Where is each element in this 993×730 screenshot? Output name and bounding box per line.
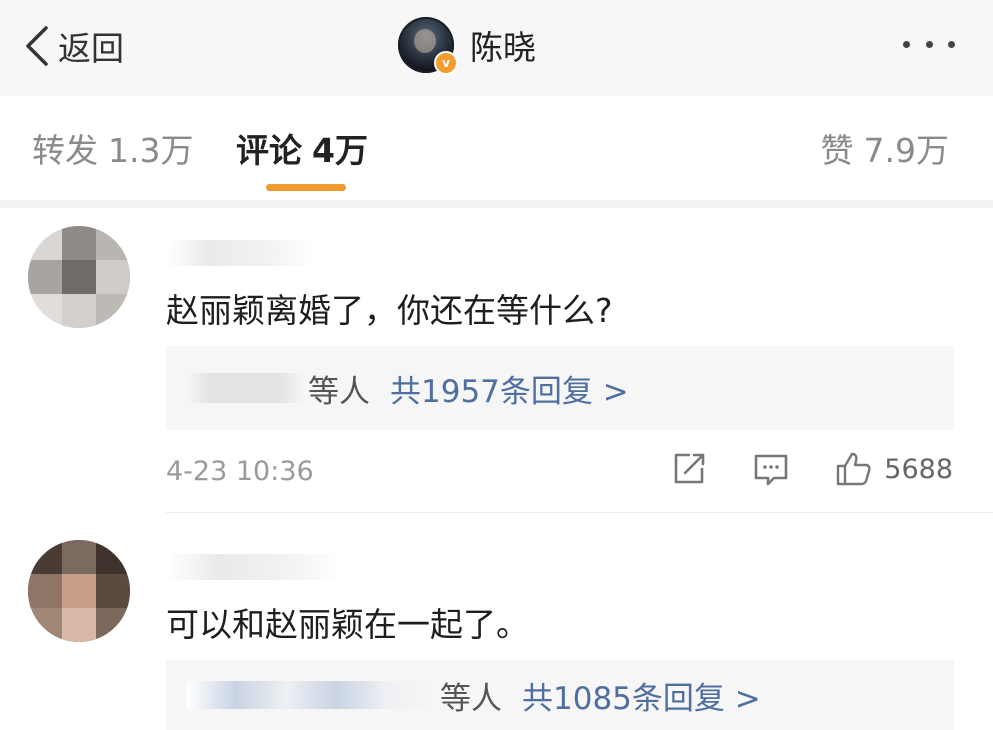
- tab-count: 4万: [312, 131, 368, 170]
- page-title: 陈晓: [470, 28, 536, 67]
- comment-text: 可以和赵丽颖在一起了。: [166, 605, 529, 644]
- chevron-left-icon: [26, 26, 48, 66]
- reply-users-redacted: [186, 681, 436, 709]
- avatar[interactable]: v: [398, 17, 458, 75]
- comment-item: 可以和赵丽颖在一起了。 等人 共1085条回复 >: [0, 520, 993, 730]
- reply-count-link[interactable]: 共1085条回复 >: [522, 673, 761, 718]
- avatar[interactable]: [28, 226, 130, 328]
- tab-label: 转发: [32, 131, 98, 170]
- back-label: 返回: [58, 29, 124, 68]
- reply-button[interactable]: [752, 450, 790, 488]
- tab-count: 1.3万: [108, 131, 194, 170]
- comment-icon: [754, 454, 788, 486]
- reply-users: 等人: [308, 373, 370, 410]
- profile-title[interactable]: v 陈晓: [398, 14, 536, 76]
- tab-label: 赞: [820, 131, 854, 170]
- tab-repost[interactable]: 转发 1.3万: [32, 124, 193, 172]
- comment-text: 赵丽颖离婚了，你还在等什么?: [166, 291, 613, 330]
- comment-actions: 5688: [626, 450, 953, 488]
- tab-label: 评论: [236, 131, 302, 170]
- more-button[interactable]: [903, 30, 955, 58]
- reply-summary[interactable]: 等人 共1085条回复 >: [166, 660, 954, 730]
- username-redacted[interactable]: [166, 554, 342, 580]
- tab-likes[interactable]: 赞 7.9万: [821, 124, 949, 172]
- like-button[interactable]: 5688: [834, 450, 953, 488]
- like-count: 5688: [884, 453, 953, 485]
- more-icon: [903, 40, 910, 48]
- username-redacted[interactable]: [166, 240, 316, 266]
- avatar[interactable]: [28, 540, 130, 642]
- active-tab-indicator: [266, 184, 346, 191]
- top-nav-bar: 返回 v 陈晓: [0, 0, 993, 97]
- reply-summary[interactable]: 等人 共1957条回复 >: [166, 346, 954, 430]
- verified-badge-icon: v: [434, 51, 458, 75]
- comment-divider: [166, 512, 993, 513]
- thumbs-up-icon: [837, 452, 871, 486]
- reply-users-redacted: [186, 373, 304, 403]
- comment-item: 赵丽颖离婚了，你还在等什么? 等人 共1957条回复 > 4-23 10:36 …: [0, 208, 993, 518]
- reply-count-link[interactable]: 共1957条回复 >: [390, 366, 629, 411]
- reply-users: 等人: [440, 680, 502, 717]
- tab-comments[interactable]: 评论 4万: [236, 124, 368, 172]
- tab-count: 7.9万: [863, 131, 949, 170]
- comment-timestamp: 4-23 10:36: [166, 456, 314, 487]
- back-button[interactable]: 返回: [22, 20, 124, 72]
- share-button[interactable]: [670, 450, 708, 488]
- share-icon: [674, 453, 705, 484]
- tab-bar: 转发 1.3万 评论 4万 赞 7.9万: [0, 96, 993, 208]
